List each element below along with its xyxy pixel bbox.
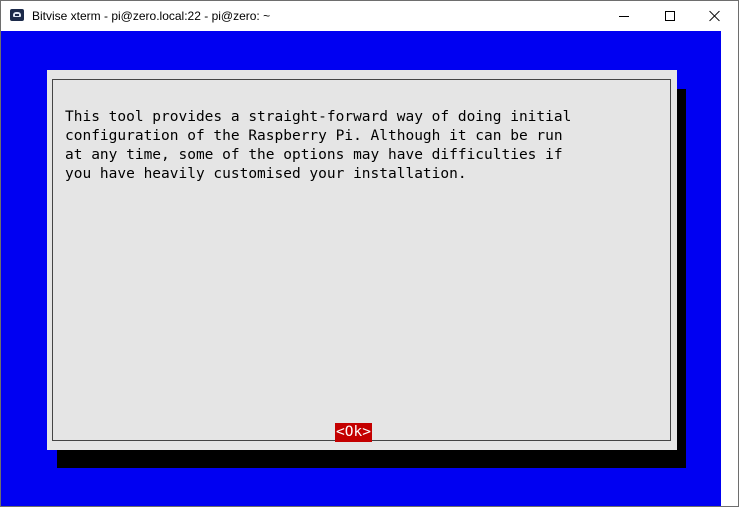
message-line: configuration of the Raspberry Pi. Altho… xyxy=(65,128,563,144)
minimize-button[interactable] xyxy=(601,1,647,31)
dialog-message: This tool provides a straight-forward wa… xyxy=(65,108,571,184)
message-line: This tool provides a straight-forward wa… xyxy=(65,109,572,125)
message-line: at any time, some of the options may hav… xyxy=(65,147,563,163)
close-button[interactable] xyxy=(692,1,738,31)
window-title: Bitvise xterm - pi@zero.local:22 - pi@ze… xyxy=(32,9,271,23)
message-line: you have heavily customised your install… xyxy=(65,166,467,182)
terminal-screen[interactable]: This tool provides a straight-forward wa… xyxy=(1,31,721,506)
terminal-viewport[interactable]: This tool provides a straight-forward wa… xyxy=(1,31,738,506)
raspi-config-dialog: This tool provides a straight-forward wa… xyxy=(47,70,677,450)
terminal-scrollbar[interactable] xyxy=(721,31,738,506)
minimize-icon xyxy=(619,16,629,17)
title-bar[interactable]: Bitvise xterm - pi@zero.local:22 - pi@ze… xyxy=(1,1,738,31)
close-icon xyxy=(709,10,721,22)
terminal-window: Bitvise xterm - pi@zero.local:22 - pi@ze… xyxy=(0,0,739,507)
terminal-app-icon[interactable] xyxy=(10,9,24,21)
maximize-icon xyxy=(665,11,675,21)
maximize-button[interactable] xyxy=(647,1,693,31)
ok-button[interactable]: <Ok> xyxy=(335,423,372,442)
